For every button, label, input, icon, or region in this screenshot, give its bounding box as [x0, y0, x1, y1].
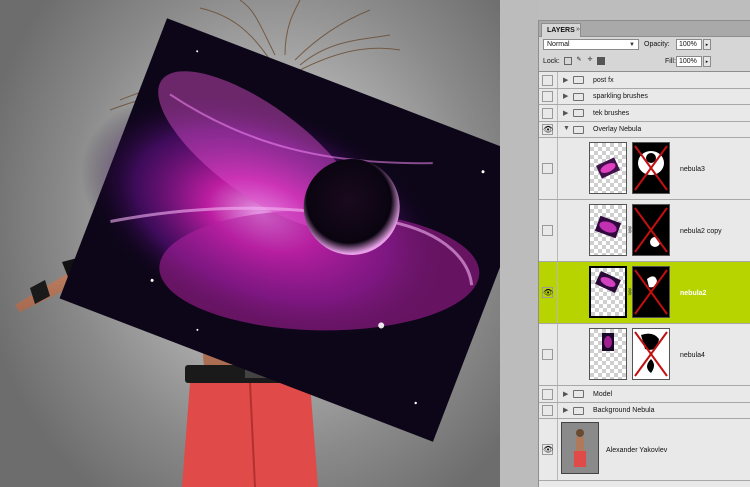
layer-row[interactable]: nebula4	[539, 324, 750, 386]
artwork	[15, 0, 500, 487]
visibility-toggle[interactable]	[542, 349, 553, 360]
blend-mode-select[interactable]: Normal ▼	[543, 39, 639, 50]
layer-row[interactable]: nebula3	[539, 138, 750, 200]
tab-layers[interactable]: LAYERS	[541, 23, 581, 37]
layer-thumbnail	[589, 328, 627, 380]
expand-triangle-icon[interactable]: ▶	[563, 92, 568, 100]
layer-name: Background Nebula	[593, 407, 655, 414]
eye-icon[interactable]: 👁	[542, 287, 553, 298]
fill-label: Fill:	[665, 58, 676, 65]
layer-row[interactable]: ⛓ nebula2 copy	[539, 200, 750, 262]
layer-name: tek brushes	[593, 110, 630, 117]
layer-row[interactable]: ▶ post fx	[539, 72, 750, 89]
layer-mask-thumbnail	[632, 328, 670, 380]
lock-transparency-icon[interactable]	[564, 57, 572, 65]
opacity-input[interactable]: 100%	[676, 39, 702, 50]
canvas-gutter	[500, 0, 538, 487]
panel-tab-bar: LAYERS »	[539, 21, 750, 37]
layer-name: post fx	[593, 77, 614, 84]
visibility-toggle[interactable]	[542, 389, 553, 400]
layer-thumbnail	[589, 266, 627, 318]
layers-panel: LAYERS » Normal ▼ Opacity: 100% ▸ Lock: …	[538, 20, 750, 487]
layer-name: nebula2 copy	[680, 228, 722, 235]
visibility-toggle[interactable]	[542, 75, 553, 86]
layers-list: ▶ post fx ▶ sparkling brushes ▶ tek brus…	[539, 71, 750, 487]
fill-input[interactable]: 100%	[676, 56, 702, 67]
layer-row-selected[interactable]: 👁 ⛓ nebula2	[539, 262, 750, 324]
opacity-label: Opacity:	[644, 41, 670, 48]
visibility-toggle[interactable]	[542, 405, 553, 416]
layer-name: nebula2	[680, 290, 707, 297]
folder-icon	[573, 407, 584, 415]
layer-name: Alexander Yakovlev	[606, 447, 668, 454]
folder-icon	[573, 76, 584, 84]
visibility-toggle[interactable]	[542, 108, 553, 119]
layer-name: nebula4	[680, 352, 705, 359]
document-canvas[interactable]	[0, 0, 500, 487]
layer-mask-thumbnail	[632, 266, 670, 318]
layer-name: Model	[593, 391, 613, 398]
lock-all-icon[interactable]	[597, 57, 605, 65]
expand-triangle-icon[interactable]: ▶	[563, 109, 568, 117]
visibility-toggle[interactable]	[542, 163, 553, 174]
layer-name: nebula3	[680, 166, 705, 173]
layer-thumbnail	[561, 422, 599, 474]
layer-row[interactable]: ▶ tek brushes	[539, 105, 750, 122]
eye-icon[interactable]: 👁	[542, 444, 553, 455]
layer-row[interactable]: 👁 ▼ Overlay Nebula	[539, 122, 750, 138]
folder-icon	[573, 109, 584, 117]
expand-triangle-icon[interactable]: ▶	[563, 390, 568, 398]
eye-icon[interactable]: 👁	[542, 124, 553, 135]
folder-icon	[573, 93, 584, 101]
layer-mask-thumbnail	[632, 204, 670, 256]
folder-icon	[573, 390, 584, 398]
opacity-stepper[interactable]: ▸	[703, 39, 711, 50]
expand-triangle-icon[interactable]: ▶	[563, 76, 568, 84]
visibility-toggle[interactable]	[542, 91, 553, 102]
layer-row[interactable]: 👁 Alexander Yakovlev	[539, 419, 750, 481]
panel-menu-icon[interactable]: »	[576, 26, 580, 33]
folder-icon	[573, 126, 584, 134]
layer-name: Overlay Nebula	[593, 126, 642, 133]
layer-row[interactable]: ▶ Background Nebula	[539, 403, 750, 419]
layer-name: sparkling brushes	[593, 93, 648, 100]
layer-thumbnail	[589, 204, 627, 256]
layer-thumbnail	[589, 142, 627, 194]
layer-row[interactable]: ▶ sparkling brushes	[539, 89, 750, 105]
blend-mode-value: Normal	[547, 41, 570, 48]
expand-triangle-icon[interactable]: ▼	[563, 125, 570, 132]
visibility-toggle[interactable]	[542, 225, 553, 236]
fill-stepper[interactable]: ▸	[703, 56, 711, 67]
layer-row[interactable]: ▶ Model	[539, 386, 750, 403]
chevron-down-icon: ▼	[629, 42, 635, 48]
lock-label: Lock:	[543, 58, 560, 65]
expand-triangle-icon[interactable]: ▶	[563, 406, 568, 414]
lock-position-icon[interactable]: ✛	[586, 57, 594, 65]
layer-mask-thumbnail	[632, 142, 670, 194]
lock-image-icon[interactable]: ✎	[575, 57, 583, 65]
